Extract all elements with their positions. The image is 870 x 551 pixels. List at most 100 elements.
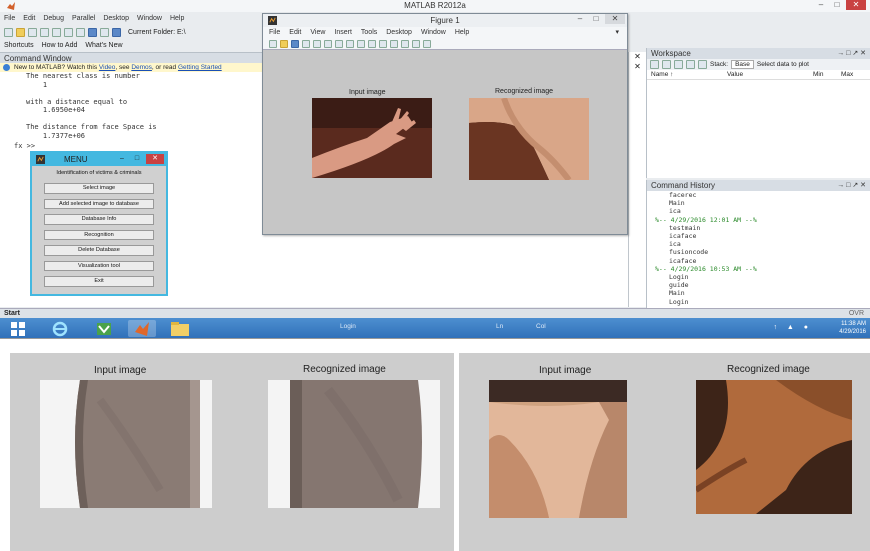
close-icon[interactable]: ✕ bbox=[846, 0, 866, 10]
menu-arrow-icon[interactable]: ▾ bbox=[615, 27, 619, 38]
minimize-icon[interactable]: – bbox=[573, 14, 587, 24]
database-info-button[interactable]: Database Info bbox=[44, 214, 154, 225]
history-item[interactable]: icaface bbox=[655, 232, 870, 240]
panel-controls-icon[interactable]: → □ ↗ ✕ bbox=[837, 48, 866, 59]
rotate-icon[interactable] bbox=[357, 39, 365, 48]
getting-started-link[interactable]: Getting Started bbox=[178, 64, 222, 71]
fig-menu-file[interactable]: File bbox=[269, 27, 280, 38]
minimize-icon[interactable]: – bbox=[116, 154, 128, 164]
col-name[interactable]: Name ↑ bbox=[647, 70, 727, 79]
command-prompt[interactable]: fx >> bbox=[14, 142, 35, 150]
history-item[interactable]: fusioncode bbox=[655, 248, 870, 256]
simulink-icon[interactable] bbox=[88, 28, 97, 37]
zoom-in-icon[interactable] bbox=[324, 39, 332, 48]
history-item[interactable]: Login bbox=[655, 273, 870, 281]
menu-help[interactable]: Help bbox=[170, 13, 184, 25]
print-icon[interactable] bbox=[302, 39, 310, 48]
shortcuts-link[interactable]: Shortcuts bbox=[4, 40, 34, 51]
pan-icon[interactable] bbox=[346, 39, 354, 48]
menu-debug[interactable]: Debug bbox=[43, 13, 64, 25]
start-button[interactable]: Start bbox=[4, 310, 20, 317]
open-file-icon[interactable] bbox=[280, 39, 288, 48]
fig-menu-window[interactable]: Window bbox=[421, 27, 446, 38]
panel-controls-icon[interactable]: → □ ↗ ✕ bbox=[837, 180, 866, 191]
col-max[interactable]: Max bbox=[841, 70, 853, 79]
history-item[interactable]: Login bbox=[655, 298, 870, 306]
history-item[interactable]: facerec bbox=[655, 191, 870, 199]
fig-menu-view[interactable]: View bbox=[310, 27, 325, 38]
colorbar-icon[interactable] bbox=[401, 39, 409, 48]
help-icon[interactable] bbox=[112, 28, 121, 37]
select-data-plot[interactable]: Select data to plot bbox=[757, 61, 809, 68]
windows-start-icon[interactable] bbox=[4, 320, 32, 337]
close-icon[interactable]: ✕ bbox=[629, 52, 646, 61]
delete-icon[interactable] bbox=[698, 60, 707, 69]
maximize-icon[interactable]: □ bbox=[830, 0, 844, 10]
link-icon[interactable] bbox=[390, 39, 398, 48]
delete-database-button[interactable]: Delete Database bbox=[44, 245, 154, 256]
history-item[interactable]: ica bbox=[655, 240, 870, 248]
file-explorer-icon[interactable] bbox=[166, 320, 194, 337]
redo-icon[interactable] bbox=[76, 28, 85, 37]
copy-icon[interactable] bbox=[40, 28, 49, 37]
close-icon[interactable]: ✕ bbox=[629, 62, 646, 71]
menu-window[interactable]: Window bbox=[137, 13, 162, 25]
whats-new-link[interactable]: What's New bbox=[85, 40, 122, 51]
fig-menu-insert[interactable]: Insert bbox=[334, 27, 352, 38]
system-tray-icons[interactable]: ↑ ▲ ● bbox=[773, 324, 812, 331]
add-to-database-button[interactable]: Add selected image to database bbox=[44, 198, 154, 209]
recognition-button[interactable]: Recognition bbox=[44, 229, 154, 240]
history-item[interactable]: testmain bbox=[655, 224, 870, 232]
col-value[interactable]: Value bbox=[727, 70, 813, 79]
demos-link[interactable]: Demos bbox=[131, 64, 152, 71]
internet-explorer-icon[interactable] bbox=[46, 320, 74, 337]
new-figure-icon[interactable] bbox=[269, 39, 277, 48]
history-item[interactable]: guide bbox=[655, 281, 870, 289]
how-to-add-link[interactable]: How to Add bbox=[42, 40, 78, 51]
maximize-icon[interactable]: □ bbox=[131, 154, 143, 164]
close-icon[interactable]: ✕ bbox=[605, 14, 625, 24]
plot-tools-icon[interactable] bbox=[423, 39, 431, 48]
select-image-button[interactable]: Select image bbox=[44, 183, 154, 194]
col-min[interactable]: Min bbox=[813, 70, 841, 79]
minimize-icon[interactable]: – bbox=[814, 0, 828, 10]
history-item[interactable]: Main bbox=[655, 289, 870, 297]
data-cursor-icon[interactable] bbox=[368, 39, 376, 48]
legend-icon[interactable] bbox=[412, 39, 420, 48]
undo-icon[interactable] bbox=[64, 28, 73, 37]
save-icon[interactable] bbox=[674, 60, 683, 69]
history-item[interactable]: icaface bbox=[655, 257, 870, 265]
history-session-separator[interactable]: %-- 4/29/2016 12:01 AM --% bbox=[655, 216, 870, 224]
menu-file[interactable]: File bbox=[4, 13, 15, 25]
matlab-taskbar-icon[interactable] bbox=[128, 320, 156, 337]
fig-menu-help[interactable]: Help bbox=[455, 27, 469, 38]
menu-parallel[interactable]: Parallel bbox=[72, 13, 95, 25]
new-variable-icon[interactable] bbox=[650, 60, 659, 69]
pointer-icon[interactable] bbox=[313, 39, 321, 48]
guide-icon[interactable] bbox=[100, 28, 109, 37]
brush-icon[interactable] bbox=[379, 39, 387, 48]
menu-edit[interactable]: Edit bbox=[23, 13, 35, 25]
maximize-icon[interactable]: □ bbox=[589, 14, 603, 24]
taskbar-clock[interactable]: 11:38 AM 4/29/2016 bbox=[839, 320, 866, 336]
app-icon[interactable] bbox=[90, 320, 118, 337]
history-item[interactable]: Main bbox=[655, 199, 870, 207]
history-item[interactable]: ica bbox=[655, 207, 870, 215]
video-link[interactable]: Video bbox=[99, 64, 116, 71]
new-file-icon[interactable] bbox=[4, 28, 13, 37]
fig-menu-desktop[interactable]: Desktop bbox=[386, 27, 412, 38]
menu-desktop[interactable]: Desktop bbox=[103, 13, 129, 25]
stack-select[interactable]: Base bbox=[731, 60, 754, 69]
save-icon[interactable] bbox=[291, 39, 299, 48]
fig-menu-tools[interactable]: Tools bbox=[361, 27, 377, 38]
open-folder-icon[interactable] bbox=[16, 28, 25, 37]
close-icon[interactable]: ✕ bbox=[146, 154, 164, 164]
zoom-out-icon[interactable] bbox=[335, 39, 343, 48]
paste-icon[interactable] bbox=[52, 28, 61, 37]
history-session-separator[interactable]: %-- 4/29/2016 10:53 AM --% bbox=[655, 265, 870, 273]
visualization-tool-button[interactable]: Visualization tool bbox=[44, 260, 154, 271]
open-variable-icon[interactable] bbox=[662, 60, 671, 69]
fig-menu-edit[interactable]: Edit bbox=[289, 27, 301, 38]
exit-button[interactable]: Exit bbox=[44, 276, 154, 287]
cut-icon[interactable] bbox=[28, 28, 37, 37]
